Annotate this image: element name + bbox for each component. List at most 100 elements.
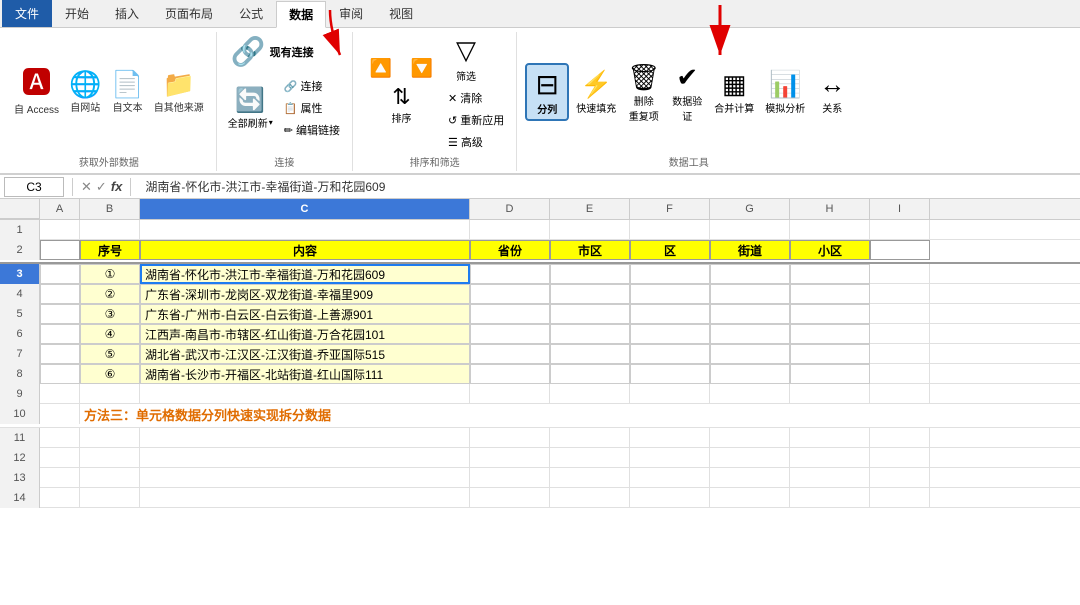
- cell-c11[interactable]: [140, 428, 470, 448]
- cell-b7[interactable]: ⑤: [80, 344, 140, 364]
- cell-f8[interactable]: [630, 364, 710, 384]
- row-header-1[interactable]: 1: [0, 220, 40, 240]
- cell-g6[interactable]: [710, 324, 790, 344]
- row-header-11[interactable]: 11: [0, 428, 40, 448]
- btn-clear[interactable]: ✕ 清除: [444, 88, 486, 108]
- col-header-e[interactable]: E: [550, 199, 630, 219]
- tab-view[interactable]: 视图: [376, 0, 426, 27]
- btn-remove-duplicates[interactable]: 🗑 删除重复项: [623, 60, 664, 125]
- cell-e11[interactable]: [550, 428, 630, 448]
- cell-h12[interactable]: [790, 448, 870, 468]
- cell-i9[interactable]: [870, 384, 930, 404]
- col-header-d[interactable]: D: [470, 199, 550, 219]
- cell-c9[interactable]: [140, 384, 470, 404]
- row-header-13[interactable]: 13: [0, 468, 40, 488]
- cell-a7[interactable]: [40, 344, 80, 364]
- cell-d14[interactable]: [470, 488, 550, 508]
- col-header-a[interactable]: A: [40, 199, 80, 219]
- btn-sort[interactable]: ⇅ 排序: [382, 82, 422, 127]
- cell-i2[interactable]: [870, 240, 930, 260]
- cell-h5[interactable]: [790, 304, 870, 324]
- cell-d5[interactable]: [470, 304, 550, 324]
- cell-reference-box[interactable]: C3: [4, 177, 64, 197]
- cell-i14[interactable]: [870, 488, 930, 508]
- btn-properties[interactable]: 📋 属性: [280, 98, 344, 118]
- cell-d2[interactable]: 省份: [470, 240, 550, 260]
- cell-d7[interactable]: [470, 344, 550, 364]
- tab-insert[interactable]: 插入: [102, 0, 152, 27]
- cell-a6[interactable]: [40, 324, 80, 344]
- cell-e8[interactable]: [550, 364, 630, 384]
- btn-access[interactable]: 🅰 自 Access: [10, 67, 63, 118]
- cell-a9[interactable]: [40, 384, 80, 404]
- cell-g11[interactable]: [710, 428, 790, 448]
- btn-relation[interactable]: ↔ 关系: [812, 67, 852, 117]
- btn-data-validate[interactable]: ✔ 数据验证: [667, 60, 707, 125]
- cell-d6[interactable]: [470, 324, 550, 344]
- cell-d3[interactable]: [470, 264, 550, 284]
- cell-e9[interactable]: [550, 384, 630, 404]
- cell-b14[interactable]: [80, 488, 140, 508]
- col-header-c[interactable]: C: [140, 199, 470, 219]
- cell-b13[interactable]: [80, 468, 140, 488]
- col-header-h[interactable]: H: [790, 199, 870, 219]
- btn-consolidate[interactable]: ▦ 合并计算: [710, 67, 758, 117]
- cell-a2[interactable]: [40, 240, 80, 260]
- btn-refresh-all[interactable]: 🔄 全部刷新▾: [225, 85, 276, 131]
- cell-c4[interactable]: 广东省-深圳市-龙岗区-双龙街道-幸福里909: [140, 284, 470, 304]
- tab-file[interactable]: 文件: [2, 0, 52, 27]
- cell-g2[interactable]: 街道: [710, 240, 790, 260]
- cell-h7[interactable]: [790, 344, 870, 364]
- cell-d13[interactable]: [470, 468, 550, 488]
- cell-g8[interactable]: [710, 364, 790, 384]
- cell-c3[interactable]: 湖南省-怀化市-洪江市-幸福街道-万和花园609: [140, 264, 470, 284]
- cell-h11[interactable]: [790, 428, 870, 448]
- cell-f3[interactable]: [630, 264, 710, 284]
- cell-a13[interactable]: [40, 468, 80, 488]
- col-header-i[interactable]: I: [870, 199, 930, 219]
- btn-other-sources[interactable]: 📁 自其他来源: [150, 69, 208, 116]
- cell-g13[interactable]: [710, 468, 790, 488]
- cell-d4[interactable]: [470, 284, 550, 304]
- cell-f12[interactable]: [630, 448, 710, 468]
- btn-connections[interactable]: 🔗 连接: [280, 76, 344, 96]
- cell-f7[interactable]: [630, 344, 710, 364]
- cell-d12[interactable]: [470, 448, 550, 468]
- cell-i3[interactable]: [870, 264, 930, 284]
- cell-e3[interactable]: [550, 264, 630, 284]
- cell-h1[interactable]: [790, 220, 870, 240]
- cell-a1[interactable]: [40, 220, 80, 240]
- cell-a3[interactable]: [40, 264, 80, 284]
- cell-h4[interactable]: [790, 284, 870, 304]
- cell-c2[interactable]: 内容: [140, 240, 470, 260]
- cell-b12[interactable]: [80, 448, 140, 468]
- cell-g7[interactable]: [710, 344, 790, 364]
- row-header-5[interactable]: 5: [0, 304, 40, 324]
- cell-b3[interactable]: ①: [80, 264, 140, 284]
- cell-c7[interactable]: 湖北省-武汉市-江汉区-江汉街道-乔亚国际515: [140, 344, 470, 364]
- cell-i11[interactable]: [870, 428, 930, 448]
- cell-c5[interactable]: 广东省-广州市-白云区-白云街道-上善源901: [140, 304, 470, 324]
- cell-h3[interactable]: [790, 264, 870, 284]
- cell-h9[interactable]: [790, 384, 870, 404]
- btn-existing-connections[interactable]: 🔗 现有连接: [225, 32, 325, 71]
- btn-filter[interactable]: ▽ 筛选: [444, 32, 488, 86]
- cell-e5[interactable]: [550, 304, 630, 324]
- cell-h6[interactable]: [790, 324, 870, 344]
- cell-f11[interactable]: [630, 428, 710, 448]
- cell-e2[interactable]: 市区: [550, 240, 630, 260]
- cell-f13[interactable]: [630, 468, 710, 488]
- row-header-8[interactable]: 8: [0, 364, 40, 384]
- row-header-10[interactable]: 10: [0, 404, 40, 424]
- cell-i7[interactable]: [870, 344, 930, 364]
- cell-h13[interactable]: [790, 468, 870, 488]
- cell-d8[interactable]: [470, 364, 550, 384]
- row-header-4[interactable]: 4: [0, 284, 40, 304]
- cell-g1[interactable]: [710, 220, 790, 240]
- cell-g14[interactable]: [710, 488, 790, 508]
- cell-i1[interactable]: [870, 220, 930, 240]
- cell-c8[interactable]: 湖南省-长沙市-开福区-北站街道-红山国际111: [140, 364, 470, 384]
- cell-f14[interactable]: [630, 488, 710, 508]
- row-header-12[interactable]: 12: [0, 448, 40, 468]
- cell-a11[interactable]: [40, 428, 80, 448]
